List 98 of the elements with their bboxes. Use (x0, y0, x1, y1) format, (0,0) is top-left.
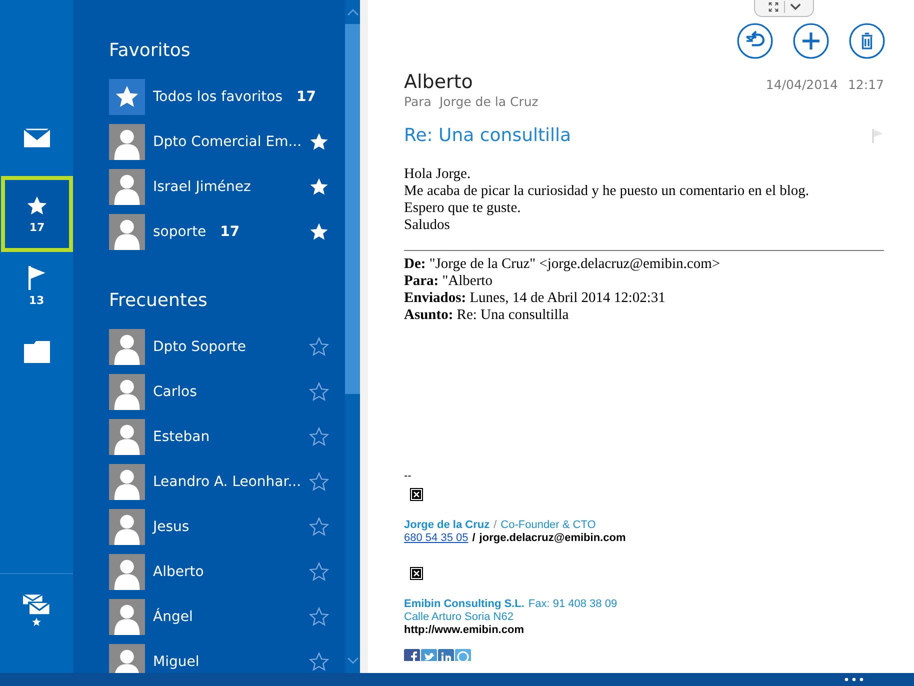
address-text: Calle Arturo Soria N62 (404, 611, 514, 624)
email-text: jorge.delacruz@emibin.com (479, 532, 626, 545)
contact-name: Ángel (153, 609, 193, 625)
time-label: 12:17 (848, 77, 884, 94)
contact-item[interactable]: Leandro A. Leonhar... (109, 464, 329, 500)
flag-outline-icon[interactable] (872, 128, 884, 142)
delete-icon[interactable] (849, 23, 885, 59)
broken-image-icon (410, 567, 423, 580)
more-icon[interactable] (844, 677, 864, 682)
contact-name: soporte (153, 224, 206, 240)
star-outline-icon[interactable] (309, 652, 329, 672)
star-outline-icon[interactable] (309, 472, 329, 492)
header-line: De: "Jorge de la Cruz" <jorge.delacruz@emibin.com> (404, 256, 722, 273)
star-outline-icon[interactable] (309, 337, 329, 357)
scrollbar[interactable] (345, 0, 360, 673)
star-icon[interactable] (309, 177, 329, 197)
job-title: Co-Founder & CTO (500, 519, 596, 532)
scroll-up-icon[interactable] (346, 8, 358, 16)
flag-icon (26, 266, 46, 290)
contact-name: Israel Jiménez (153, 179, 251, 195)
subject-title: Re: Una consultilla (404, 125, 572, 146)
header-line: Enviados: Lunes, 14 de Abril 2014 12:02:31 (404, 290, 666, 307)
fax-text: Fax: 91 408 38 09 (528, 598, 618, 611)
avatar-icon (109, 419, 145, 455)
add-icon[interactable] (793, 23, 829, 59)
date-label: 14/04/2014 (766, 77, 838, 94)
website-text: http://www.emibin.com (404, 624, 525, 637)
avatar-icon (109, 124, 145, 160)
contact-name: Esteban (153, 429, 210, 445)
folder-icon (24, 341, 50, 363)
avatar-icon (109, 464, 145, 500)
contact-item[interactable]: Carlos (109, 374, 329, 410)
avatar-icon (109, 214, 145, 250)
scrollbar-thumb[interactable] (345, 24, 360, 394)
avatar-icon (109, 509, 145, 545)
avatar-icon (109, 374, 145, 410)
contact-name: Dpto Soporte (153, 339, 246, 355)
contact-item[interactable]: soporte 17 (109, 214, 329, 250)
chevron-down-icon[interactable] (790, 2, 800, 12)
signature-separator: -- (404, 470, 412, 482)
contact-name: Dpto Comercial Em... (153, 134, 302, 150)
contact-name: Leandro A. Leonhar... (153, 474, 302, 490)
facebook-icon[interactable] (404, 649, 420, 661)
count-label: 17 (29, 220, 45, 234)
flag-button[interactable]: 13 (4, 256, 68, 316)
count-label: 17 (220, 224, 240, 240)
signature-name: Jorge de la Cruz (404, 519, 490, 532)
contact-name: Carlos (153, 384, 197, 400)
broken-image-icon (410, 488, 423, 501)
avatar-icon (109, 329, 145, 365)
header-line: Para: "Alberto (404, 273, 494, 290)
contact-item[interactable]: Dpto Comercial Em... (109, 124, 329, 160)
linkedin-icon[interactable] (438, 649, 454, 661)
avatar-icon (109, 554, 145, 590)
mail-icon (24, 127, 50, 149)
section-heading: Frecuentes (109, 290, 208, 311)
phone-link[interactable]: 680 54 35 05 (404, 532, 468, 545)
contact-item[interactable]: Todos los favoritos 17 (109, 79, 329, 115)
star-icon[interactable] (309, 222, 329, 242)
section-heading: Favoritos (109, 40, 192, 61)
body-text: Me acaba de picar la curiosidad y he puesto un comentario en el blog. (404, 183, 810, 200)
star-button[interactable]: 17 (1, 176, 73, 252)
body-text: Espero que te guste. (404, 200, 522, 217)
star-outline-icon[interactable] (309, 607, 329, 627)
avatar-icon (109, 599, 145, 635)
contact-item[interactable]: Ángel (109, 599, 329, 635)
header-line: Asunto: Re: Una consultilla (404, 307, 570, 324)
contact-item[interactable]: Esteban (109, 419, 329, 455)
sender-name: Alberto (404, 71, 474, 93)
contact-name: Todos los favoritos (153, 89, 282, 105)
star-outline-icon[interactable] (309, 562, 329, 582)
mail-star-icon[interactable] (23, 594, 50, 628)
company-name: Emibin Consulting S.L. (404, 598, 524, 611)
separator-text: / (494, 519, 497, 532)
star-outline-icon[interactable] (309, 427, 329, 447)
contact-item[interactable]: Dpto Soporte (109, 329, 329, 365)
reply-icon[interactable] (737, 23, 773, 59)
body-text: Saludos (404, 217, 451, 234)
star-outline-icon[interactable] (309, 382, 329, 402)
contact-item[interactable]: Alberto (109, 554, 329, 590)
to-label: Para (404, 94, 432, 109)
star-icon[interactable] (309, 132, 329, 152)
avatar-icon (109, 644, 145, 673)
expand-icon[interactable] (768, 2, 778, 12)
bird-icon[interactable] (421, 649, 437, 661)
contact-name: Miguel (153, 654, 200, 670)
scroll-down-icon[interactable] (346, 657, 358, 665)
count-label: 17 (296, 89, 316, 105)
recipient-name: Jorge de la Cruz (439, 94, 538, 109)
contact-item[interactable]: Israel Jiménez (109, 169, 329, 205)
contact-name: Alberto (153, 564, 204, 580)
avatar-icon (109, 169, 145, 205)
star-outline-icon[interactable] (309, 517, 329, 537)
count-label: 13 (28, 294, 44, 306)
body-text: Hola Jorge. (404, 166, 472, 183)
contact-item[interactable]: Jesus (109, 509, 329, 545)
contact-name: Jesus (153, 519, 190, 535)
separator-text: / (472, 532, 476, 545)
